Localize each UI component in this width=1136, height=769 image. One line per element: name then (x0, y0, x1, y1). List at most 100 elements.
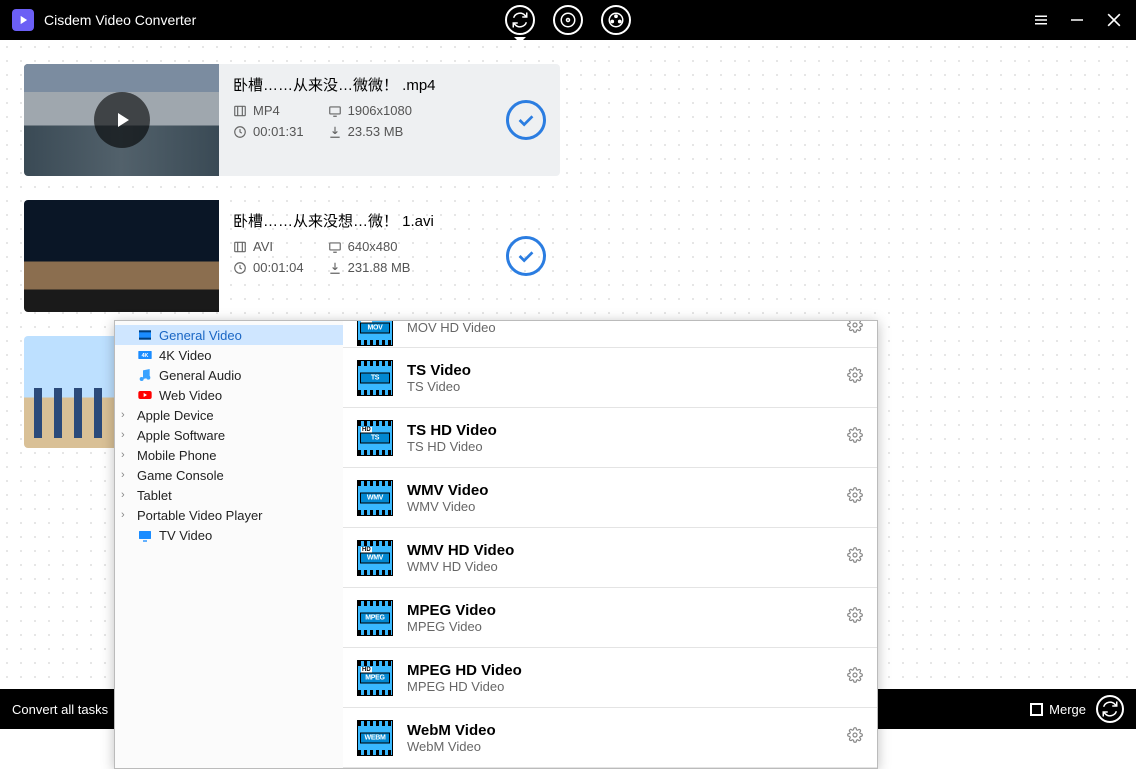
format-title: WebM Video (407, 722, 496, 739)
format-icon: HDWMV (357, 540, 393, 576)
format-icon: WEBM (357, 720, 393, 756)
film-icon (137, 327, 153, 343)
format-icon: MPEG (357, 600, 393, 636)
format-icon: HDMPEG (357, 660, 393, 696)
select-toggle[interactable] (506, 236, 546, 276)
format-item[interactable]: HDMOV MOV HD Video (343, 321, 877, 348)
chevron-right-icon: › (121, 409, 125, 421)
format-settings-button[interactable] (847, 547, 863, 568)
file-format: MP4 (233, 103, 304, 118)
format-subtitle: WebM Video (407, 739, 496, 754)
file-name: 卧槽……从来没…微微！ .mp4 (233, 74, 546, 95)
category-item[interactable]: General Audio (115, 365, 343, 385)
format-settings-button[interactable] (847, 487, 863, 508)
note-icon (137, 367, 153, 383)
category-item[interactable]: ›Game Console (115, 465, 343, 485)
category-item[interactable]: 4K 4K Video (115, 345, 343, 365)
file-format: AVI (233, 239, 304, 254)
format-icon: HDTS (357, 420, 393, 456)
tab-rip[interactable] (601, 5, 631, 35)
close-icon (1104, 10, 1124, 30)
file-card[interactable]: 卧槽……从来没…微微！ .mp4 MP4 1906x1080 00:01:31 … (24, 64, 560, 176)
refresh-icon (511, 11, 529, 29)
format-subtitle: MPEG Video (407, 619, 496, 634)
format-subtitle: TS HD Video (407, 439, 497, 454)
category-item[interactable]: › Tablet (115, 485, 343, 505)
menu-button[interactable] (1032, 11, 1050, 29)
merge-toggle[interactable]: Merge (1030, 702, 1086, 717)
file-duration: 00:01:31 (233, 124, 304, 139)
format-icon: TS (357, 360, 393, 396)
format-item[interactable]: HDMPEG MPEG HD Video MPEG HD Video (343, 648, 877, 708)
film-icon (607, 11, 625, 29)
tab-convert[interactable] (505, 5, 535, 35)
format-icon: HDMOV (357, 321, 393, 346)
convert-all-label: Convert all tasks (12, 702, 108, 717)
format-popup: General Video 4K 4K Video General Audio Web … (114, 320, 878, 769)
category-label: General Video (159, 328, 242, 343)
format-item[interactable]: HDTS TS HD Video TS HD Video (343, 408, 877, 468)
refresh-icon (1101, 700, 1119, 718)
format-item[interactable]: WEBM WebM Video WebM Video (343, 708, 877, 768)
chevron-right-icon: › (121, 449, 125, 461)
format-item[interactable]: TS TS Video TS Video (343, 348, 877, 408)
file-card[interactable]: 卧槽……从来没想…微！ 1.avi AVI 640x480 00:01:04 2… (24, 200, 560, 312)
format-item[interactable]: WMV WMV Video WMV Video (343, 468, 877, 528)
format-subtitle: MOV HD Video (407, 321, 496, 335)
format-icon: WMV (357, 480, 393, 516)
app-title: Cisdem Video Converter (44, 12, 196, 28)
format-subtitle: TS Video (407, 379, 471, 394)
category-label: TV Video (159, 528, 212, 543)
category-label: General Audio (159, 368, 241, 383)
video-thumbnail[interactable] (24, 64, 219, 176)
menu-icon (1032, 11, 1050, 29)
minimize-button[interactable] (1068, 11, 1086, 29)
category-label: Web Video (159, 388, 222, 403)
disc-icon (559, 11, 577, 29)
start-convert-button[interactable] (1096, 695, 1124, 723)
format-item[interactable]: MPEG MPEG Video MPEG Video (343, 588, 877, 648)
format-settings-button[interactable] (847, 607, 863, 628)
category-label: Portable Video Player (137, 508, 263, 523)
4k-icon: 4K (137, 347, 153, 363)
format-title: TS HD Video (407, 422, 497, 439)
format-settings-button[interactable] (847, 727, 863, 748)
category-label: Apple Device (137, 408, 214, 423)
format-title: MPEG HD Video (407, 662, 522, 679)
format-settings-button[interactable] (847, 367, 863, 388)
category-item[interactable]: General Video (115, 325, 343, 345)
category-item[interactable]: TV Video (115, 525, 343, 545)
format-item[interactable]: HDWMV WMV HD Video WMV HD Video (343, 528, 877, 588)
svg-text:4K: 4K (142, 353, 149, 359)
category-item[interactable]: › Portable Video Player (115, 505, 343, 525)
select-toggle[interactable] (506, 100, 546, 140)
format-subtitle: WMV HD Video (407, 559, 514, 574)
category-item[interactable]: › Mobile Phone (115, 445, 343, 465)
format-settings-button[interactable] (847, 667, 863, 688)
format-list[interactable]: HDMOV MOV HD Video TS TS Video TS Video … (343, 321, 877, 768)
category-item[interactable]: ›Apple Software (115, 425, 343, 445)
play-button[interactable] (94, 92, 150, 148)
category-label: Game Console (137, 468, 224, 483)
format-settings-button[interactable] (847, 427, 863, 448)
format-subtitle: WMV Video (407, 499, 488, 514)
format-settings-button[interactable] (847, 321, 863, 338)
chevron-right-icon: › (121, 489, 125, 501)
close-button[interactable] (1104, 10, 1124, 30)
tv-icon (137, 527, 153, 543)
tab-download[interactable] (553, 5, 583, 35)
category-item[interactable]: Web Video (115, 385, 343, 405)
video-thumbnail[interactable] (24, 200, 219, 312)
category-label: Mobile Phone (137, 448, 217, 463)
format-title: TS Video (407, 362, 471, 379)
category-label: Apple Software (137, 428, 225, 443)
category-item[interactable]: › Apple Device (115, 405, 343, 425)
checkbox-icon (1030, 703, 1043, 716)
chevron-right-icon: › (121, 509, 125, 521)
app-logo (12, 9, 34, 31)
category-list: General Video 4K 4K Video General Audio Web … (115, 321, 343, 768)
youtube-icon (137, 387, 153, 403)
format-title: MPEG Video (407, 602, 496, 619)
category-label: 4K Video (159, 348, 212, 363)
category-label: Tablet (137, 488, 172, 503)
